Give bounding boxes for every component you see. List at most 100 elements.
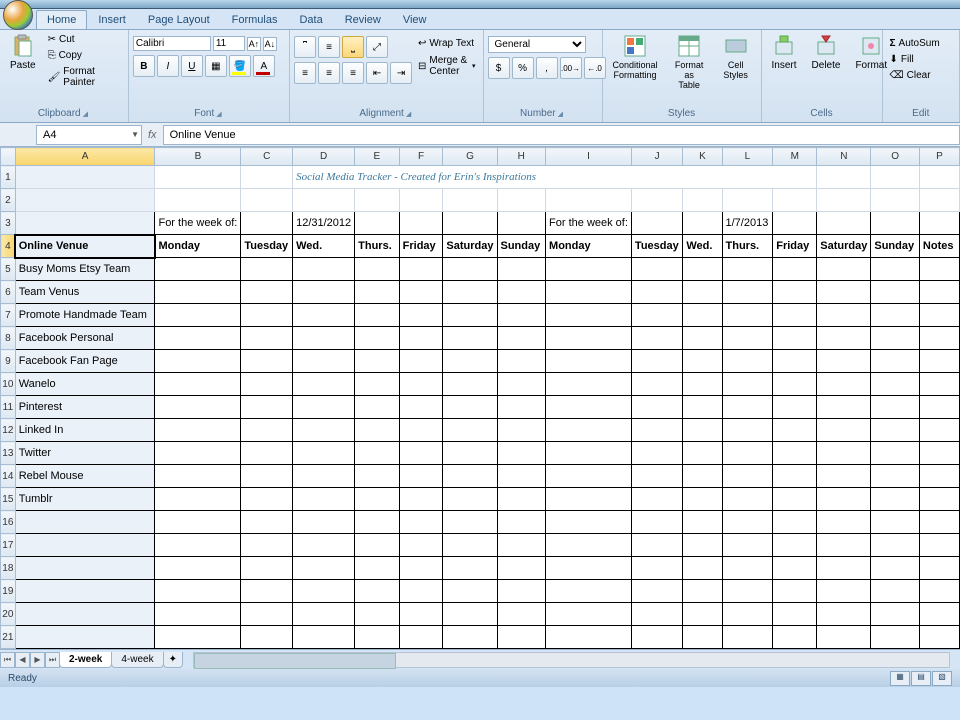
cell-H15[interactable]: [497, 488, 546, 511]
col-header-J[interactable]: J: [631, 148, 682, 166]
row-header-2[interactable]: 2: [1, 189, 16, 212]
sheet-nav-prev[interactable]: ◀: [15, 652, 30, 668]
cell-D1[interactable]: Social Media Tracker - Created for Erin'…: [293, 166, 817, 189]
cell-P5[interactable]: [919, 258, 959, 281]
cell-G17[interactable]: [443, 534, 497, 557]
cell-N2[interactable]: [817, 189, 871, 212]
percent-button[interactable]: %: [512, 57, 534, 79]
cell-D2[interactable]: [293, 189, 355, 212]
cell-O2[interactable]: [871, 189, 920, 212]
cell-G7[interactable]: [443, 304, 497, 327]
conditional-formatting-button[interactable]: Conditional Formatting: [607, 32, 664, 82]
cell-D16[interactable]: [293, 511, 355, 534]
cell-E3[interactable]: [355, 212, 400, 235]
cell-G11[interactable]: [443, 396, 497, 419]
row-header-17[interactable]: 17: [1, 534, 16, 557]
cell-B3[interactable]: For the week of:: [155, 212, 241, 235]
cell-L9[interactable]: [722, 350, 773, 373]
tab-page-layout[interactable]: Page Layout: [137, 10, 221, 29]
cell-A1[interactable]: [15, 166, 155, 189]
cell-B5[interactable]: [155, 258, 241, 281]
cell-C18[interactable]: [241, 557, 293, 580]
cell-E9[interactable]: [355, 350, 400, 373]
cell-N3[interactable]: [817, 212, 871, 235]
cell-J6[interactable]: [631, 281, 682, 304]
cell-J3[interactable]: [631, 212, 682, 235]
cell-F12[interactable]: [399, 419, 443, 442]
cell-C8[interactable]: [241, 327, 293, 350]
cell-F3[interactable]: [399, 212, 443, 235]
cell-L12[interactable]: [722, 419, 773, 442]
cell-N20[interactable]: [817, 603, 871, 626]
align-bottom-button[interactable]: ⎵: [342, 36, 364, 58]
cell-J15[interactable]: [631, 488, 682, 511]
tab-home[interactable]: Home: [36, 10, 87, 29]
cell-O7[interactable]: [871, 304, 920, 327]
cell-D19[interactable]: [293, 580, 355, 603]
cell-O3[interactable]: [871, 212, 920, 235]
cell-N18[interactable]: [817, 557, 871, 580]
cell-K5[interactable]: [683, 258, 722, 281]
cell-H2[interactable]: [497, 189, 546, 212]
cell-H17[interactable]: [497, 534, 546, 557]
cell-L17[interactable]: [722, 534, 773, 557]
tab-insert[interactable]: Insert: [87, 10, 137, 29]
cell-H6[interactable]: [497, 281, 546, 304]
cell-J12[interactable]: [631, 419, 682, 442]
horizontal-scrollbar[interactable]: [193, 652, 950, 668]
underline-button[interactable]: U: [181, 55, 203, 77]
cell-G2[interactable]: [443, 189, 497, 212]
cell-E7[interactable]: [355, 304, 400, 327]
cell-M5[interactable]: [773, 258, 817, 281]
cell-K8[interactable]: [683, 327, 722, 350]
cell-P17[interactable]: [919, 534, 959, 557]
cell-D21[interactable]: [293, 626, 355, 649]
row-header-16[interactable]: 16: [1, 511, 16, 534]
col-header-L[interactable]: L: [722, 148, 773, 166]
cell-M17[interactable]: [773, 534, 817, 557]
cell-B8[interactable]: [155, 327, 241, 350]
cell-G5[interactable]: [443, 258, 497, 281]
cell-M20[interactable]: [773, 603, 817, 626]
cell-H18[interactable]: [497, 557, 546, 580]
cell-A6[interactable]: Team Venus: [15, 281, 155, 304]
fill-button[interactable]: ⬇Fill: [887, 52, 917, 67]
cell-O9[interactable]: [871, 350, 920, 373]
cell-F11[interactable]: [399, 396, 443, 419]
cell-A20[interactable]: [15, 603, 155, 626]
cell-K6[interactable]: [683, 281, 722, 304]
cell-G15[interactable]: [443, 488, 497, 511]
cell-I7[interactable]: [546, 304, 632, 327]
cell-B6[interactable]: [155, 281, 241, 304]
paste-button[interactable]: Paste: [4, 32, 42, 73]
font-launcher[interactable]: ◢: [214, 111, 223, 118]
cell-N12[interactable]: [817, 419, 871, 442]
cell-M13[interactable]: [773, 442, 817, 465]
row-header-9[interactable]: 9: [1, 350, 16, 373]
cell-C7[interactable]: [241, 304, 293, 327]
cell-J19[interactable]: [631, 580, 682, 603]
cell-J2[interactable]: [631, 189, 682, 212]
border-button[interactable]: ▦: [205, 55, 227, 77]
italic-button[interactable]: I: [157, 55, 179, 77]
worksheet[interactable]: ABCDEFGHIJKLMNOP1Social Media Tracker - …: [0, 147, 960, 649]
cell-B2[interactable]: [155, 189, 241, 212]
cell-F7[interactable]: [399, 304, 443, 327]
row-header-7[interactable]: 7: [1, 304, 16, 327]
cell-O8[interactable]: [871, 327, 920, 350]
cell-D12[interactable]: [293, 419, 355, 442]
col-header-M[interactable]: M: [773, 148, 817, 166]
col-header-D[interactable]: D: [293, 148, 355, 166]
cell-N1[interactable]: [817, 166, 871, 189]
cell-F6[interactable]: [399, 281, 443, 304]
cell-P8[interactable]: [919, 327, 959, 350]
cell-P19[interactable]: [919, 580, 959, 603]
cell-A3[interactable]: [15, 212, 155, 235]
cell-K4[interactable]: Wed.: [683, 235, 722, 258]
cell-D15[interactable]: [293, 488, 355, 511]
formula-input[interactable]: Online Venue: [163, 125, 960, 145]
cell-P20[interactable]: [919, 603, 959, 626]
cell-O16[interactable]: [871, 511, 920, 534]
cell-K12[interactable]: [683, 419, 722, 442]
bold-button[interactable]: B: [133, 55, 155, 77]
